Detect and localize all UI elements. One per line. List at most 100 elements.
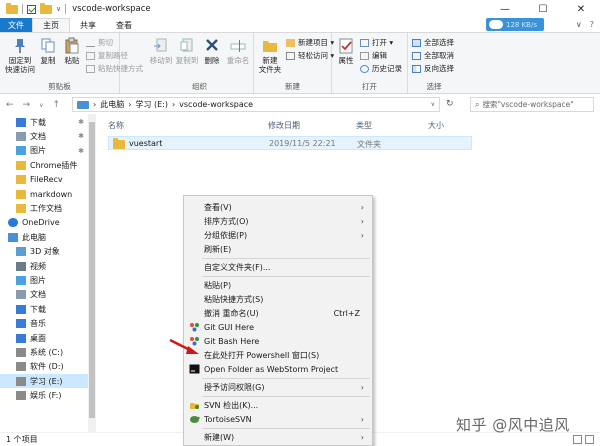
copy-to-button[interactable]: 复制到 <box>174 37 200 65</box>
history-button[interactable]: 历史记录 <box>360 64 402 74</box>
sidebar-item[interactable]: 音乐 <box>0 317 88 331</box>
menu-item-customize-folder[interactable]: 自定义文件夹(F)... <box>184 260 372 274</box>
help-icon[interactable]: ? <box>590 20 594 29</box>
chevron-down-icon[interactable]: ∨ <box>56 5 61 13</box>
breadcrumb-separator: › <box>128 100 132 109</box>
sidebar-item[interactable]: markdown <box>0 187 88 201</box>
sidebar-item-label: 娱乐 (F:) <box>30 391 62 401</box>
details-view-icon[interactable] <box>573 435 582 444</box>
sidebar-item[interactable]: 文档 ✱ <box>0 129 88 143</box>
sidebar-item[interactable]: 下载 ✱ <box>0 115 88 129</box>
easy-access-button[interactable]: 轻松访问 ▾ <box>286 51 334 61</box>
properties-check-icon[interactable] <box>27 4 36 14</box>
invert-selection-button[interactable]: 反向选择 <box>412 64 454 74</box>
paste-button[interactable]: 粘贴 <box>60 37 84 65</box>
up-arrow-icon[interactable]: ↑ <box>53 100 61 110</box>
sidebar-item[interactable]: OneDrive <box>0 216 88 230</box>
breadcrumb-folder[interactable]: vscode-workspace <box>179 100 253 109</box>
open-button[interactable]: 打开 ▾ <box>360 38 393 48</box>
sidebar-item[interactable]: 工作文档 <box>0 201 88 215</box>
sidebar-item[interactable]: 学习 (E:) <box>0 374 88 389</box>
menu-item-undo-rename[interactable]: 撤消 重命名(U) Ctrl+Z <box>184 306 372 320</box>
breadcrumb-this-pc[interactable]: 此电脑 <box>100 99 124 110</box>
search-input[interactable]: ⌕ 搜索"vscode-workspace" <box>470 97 594 112</box>
computer-icon <box>8 232 18 242</box>
menu-item-new[interactable]: 新建(W) › <box>184 430 372 444</box>
sidebar-item[interactable]: 系统 (C:) <box>0 345 88 359</box>
column-type[interactable]: 类型 <box>356 120 372 131</box>
edit-button[interactable]: 编辑 <box>360 51 387 61</box>
move-to-icon <box>154 38 167 52</box>
menu-item-webstorm[interactable]: Open Folder as WebStorm Project <box>184 362 372 376</box>
menu-item-git-gui[interactable]: Git GUI Here <box>184 320 372 334</box>
forward-arrow-icon[interactable]: → <box>23 100 31 110</box>
pin-icon <box>15 39 25 53</box>
cloud-sync-badge[interactable]: 128 KB/s <box>486 18 544 31</box>
sidebar-item[interactable]: 桌面 <box>0 331 88 345</box>
menu-item-sort[interactable]: 排序方式(O) › <box>184 214 372 228</box>
back-arrow-icon[interactable]: ← <box>6 100 14 110</box>
sidebar-item[interactable]: FileRecv <box>0 173 88 187</box>
menu-item-git-bash[interactable]: Git Bash Here <box>184 334 372 348</box>
sidebar-item[interactable]: 下载 <box>0 302 88 316</box>
paste-shortcut-button[interactable]: 粘贴快捷方式 <box>86 64 143 74</box>
copy-button[interactable]: 复制 <box>36 37 60 65</box>
pin-quick-access-button[interactable]: 固定到 快速访问 <box>4 37 36 74</box>
menu-label: 撤消 重命名(U) <box>204 308 259 318</box>
delete-button[interactable]: 删除 <box>200 37 224 65</box>
select-none-button[interactable]: 全部取消 <box>412 51 454 61</box>
sidebar-item-label: 视频 <box>30 261 46 271</box>
refresh-icon[interactable]: ↻ <box>446 99 454 109</box>
properties-button[interactable]: 属性 <box>334 37 358 65</box>
move-to-button[interactable]: 移动到 <box>148 37 174 65</box>
sidebar-item[interactable]: 图片 <box>0 273 88 287</box>
large-icons-view-icon[interactable] <box>585 435 594 444</box>
menu-item-svn-checkout[interactable]: SVN 检出(K)... <box>184 398 372 412</box>
new-folder-button[interactable]: 新建 文件夹 <box>256 37 284 74</box>
select-all-button[interactable]: 全部选择 <box>412 38 454 48</box>
rename-button[interactable]: 重命名 <box>224 37 252 65</box>
recent-locations-icon[interactable]: ∨ <box>39 102 43 110</box>
menu-item-view[interactable]: 查看(V) › <box>184 200 372 214</box>
address-dropdown-icon[interactable]: ∨ <box>431 101 435 108</box>
menu-label: SVN 检出(K)... <box>204 400 259 410</box>
menu-item-refresh[interactable]: 刷新(E) <box>184 242 372 256</box>
column-date[interactable]: 修改日期 <box>268 120 300 131</box>
cut-button[interactable]: 剪切 <box>86 38 113 48</box>
tab-file[interactable]: 文件 <box>0 18 32 32</box>
collapse-ribbon-icon[interactable]: ∨ <box>576 20 582 29</box>
sidebar-item-label: markdown <box>30 189 73 199</box>
table-row[interactable]: vuestart 2019/11/5 22:21 文件夹 <box>108 136 472 150</box>
history-icon <box>360 65 369 73</box>
sidebar-item[interactable]: 娱乐 (F:) <box>0 389 88 403</box>
sidebar-item[interactable]: Chrome插件 <box>0 158 88 172</box>
sidebar-item[interactable]: 视频 <box>0 259 88 273</box>
menu-item-powershell[interactable]: 在此处打开 Powershell 窗口(S) <box>184 348 372 362</box>
webstorm-icon <box>189 364 200 374</box>
column-name[interactable]: 名称 <box>108 120 124 131</box>
sidebar-item[interactable]: 此电脑 <box>0 230 88 244</box>
new-folder-quick-icon[interactable] <box>40 2 52 14</box>
menu-item-tortoisesvn[interactable]: TortoiseSVN › <box>184 412 372 426</box>
tab-view[interactable]: 查看 <box>106 18 142 32</box>
menu-item-group[interactable]: 分组依据(P) › <box>184 228 372 242</box>
sidebar-item[interactable]: 软件 (D:) <box>0 360 88 374</box>
minimize-button[interactable]: — <box>486 0 524 18</box>
new-item-button[interactable]: 新建项目 ▾ <box>286 38 334 48</box>
copy-path-button[interactable]: 复制路径 <box>86 51 128 61</box>
sidebar-item[interactable]: 3D 对象 <box>0 245 88 259</box>
tab-home[interactable]: 主页 <box>32 18 70 32</box>
menu-item-paste[interactable]: 粘贴(P) <box>184 278 372 292</box>
maximize-button[interactable]: ☐ <box>524 0 562 18</box>
breadcrumb[interactable]: › 此电脑 › 学习 (E:) › vscode-workspace ∨ <box>72 97 440 112</box>
scrollbar-thumb[interactable] <box>89 122 95 418</box>
column-size[interactable]: 大小 <box>428 120 444 131</box>
tab-share[interactable]: 共享 <box>70 18 106 32</box>
breadcrumb-drive[interactable]: 学习 (E:) <box>135 99 168 110</box>
sidebar-item[interactable]: 图片 ✱ <box>0 144 88 158</box>
menu-item-grant-access[interactable]: 授予访问权限(G) › <box>184 380 372 394</box>
navigation-scrollbar[interactable] <box>88 114 96 432</box>
menu-item-paste-shortcut[interactable]: 粘贴快捷方式(S) <box>184 292 372 306</box>
sidebar-item[interactable]: 文档 <box>0 288 88 302</box>
close-button[interactable]: ✕ <box>562 0 600 18</box>
